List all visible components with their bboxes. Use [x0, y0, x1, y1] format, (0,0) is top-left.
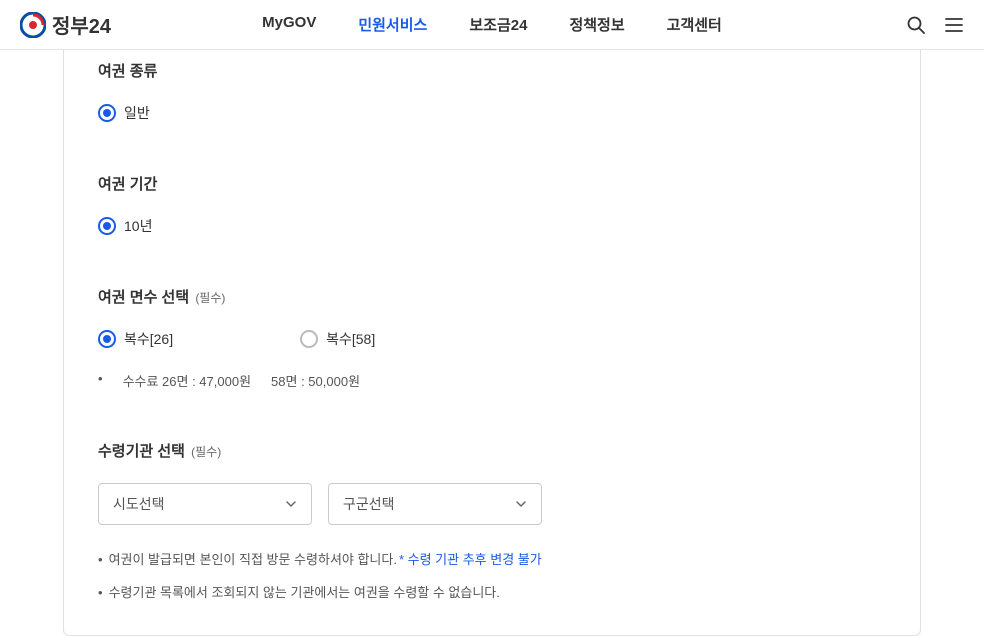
nav-subsidy24[interactable]: 보조금24	[469, 14, 527, 35]
logo-text: 정부24	[52, 10, 111, 39]
required-text: (필수)	[195, 291, 225, 305]
radio-group-passport-type: 일반	[98, 103, 886, 123]
radio-icon	[98, 217, 116, 235]
select-row: 시도선택 구군선택	[98, 483, 886, 525]
radio-label: 일반	[124, 103, 150, 123]
radio-icon	[300, 330, 318, 348]
select-sido[interactable]: 시도선택	[98, 483, 312, 525]
chevron-down-icon	[515, 498, 527, 510]
section-passport-pages: 여권 면수 선택 (필수) 복수[26] 복수[58] 수수료 26면 : 47…	[98, 286, 886, 390]
nav-mygov[interactable]: MyGOV	[262, 14, 316, 35]
radio-icon	[98, 330, 116, 348]
nav-customer-center[interactable]: 고객센터	[667, 14, 722, 35]
section-receive-org: 수령기관 선택 (필수) 시도선택 구군선택 여권이 발급되	[98, 440, 886, 601]
required-text: (필수)	[191, 445, 221, 459]
radio-group-passport-pages: 복수[26] 복수[58]	[98, 329, 886, 349]
select-label: 구군선택	[343, 494, 395, 514]
nav-civil-service[interactable]: 민원서비스	[358, 14, 427, 35]
title-text: 수령기관 선택	[98, 443, 185, 460]
search-icon[interactable]	[906, 15, 926, 35]
section-passport-type: 여권 종류 일반	[98, 60, 886, 123]
logo-icon	[20, 12, 46, 38]
note-warn: * 수령 기관 추후 변경 불가	[399, 549, 542, 568]
note-visit-person: 여권이 발급되면 본인이 직접 방문 수령하셔야 합니다. * 수령 기관 추후…	[98, 549, 886, 568]
radio-group-passport-period: 10년	[98, 216, 886, 236]
title-passport-type: 여권 종류	[98, 60, 886, 81]
fee-note: 수수료 26면 : 47,000원 58면 : 50,000원	[98, 371, 886, 390]
chevron-down-icon	[285, 498, 297, 510]
fee-note-26: 수수료 26면 : 47,000원	[123, 371, 251, 390]
radio-label: 복수[26]	[124, 329, 173, 349]
nav-policy-info[interactable]: 정책정보	[569, 14, 624, 35]
menu-icon[interactable]	[944, 15, 964, 35]
title-text: 여권 면수 선택	[98, 289, 189, 306]
radio-passport-period-10y[interactable]: 10년	[98, 216, 152, 236]
radio-passport-type-general[interactable]: 일반	[98, 103, 150, 123]
content-wrapper: 여권 종류 일반 여권 기간 10년 여권 면수 선택 (필수)	[0, 50, 984, 636]
note-text: 여권이 발급되면 본인이 직접 방문 수령하셔야 합니다.	[109, 549, 397, 568]
title-passport-period: 여권 기간	[98, 173, 886, 194]
radio-icon	[98, 104, 116, 122]
note-org-list: 수령기관 목록에서 조회되지 않는 기관에서는 여권을 수령할 수 없습니다.	[98, 582, 886, 601]
select-gugun[interactable]: 구군선택	[328, 483, 542, 525]
note-text: 수령기관 목록에서 조회되지 않는 기관에서는 여권을 수령할 수 없습니다.	[109, 582, 500, 601]
radio-pages-26[interactable]: 복수[26]	[98, 329, 173, 349]
radio-pages-58[interactable]: 복수[58]	[300, 329, 375, 349]
title-passport-pages: 여권 면수 선택 (필수)	[98, 286, 886, 307]
top-header: 정부24 MyGOV 민원서비스 보조금24 정책정보 고객센터	[0, 0, 984, 50]
form-card: 여권 종류 일반 여권 기간 10년 여권 면수 선택 (필수)	[63, 50, 921, 636]
radio-label: 10년	[124, 216, 152, 236]
fee-note-58: 58면 : 50,000원	[271, 371, 360, 390]
section-passport-period: 여권 기간 10년	[98, 173, 886, 236]
select-label: 시도선택	[113, 494, 165, 514]
header-right	[906, 15, 964, 35]
logo[interactable]: 정부24	[20, 10, 111, 39]
main-nav: MyGOV 민원서비스 보조금24 정책정보 고객센터	[262, 14, 722, 35]
radio-label: 복수[58]	[326, 329, 375, 349]
title-receive-org: 수령기관 선택 (필수)	[98, 440, 886, 461]
